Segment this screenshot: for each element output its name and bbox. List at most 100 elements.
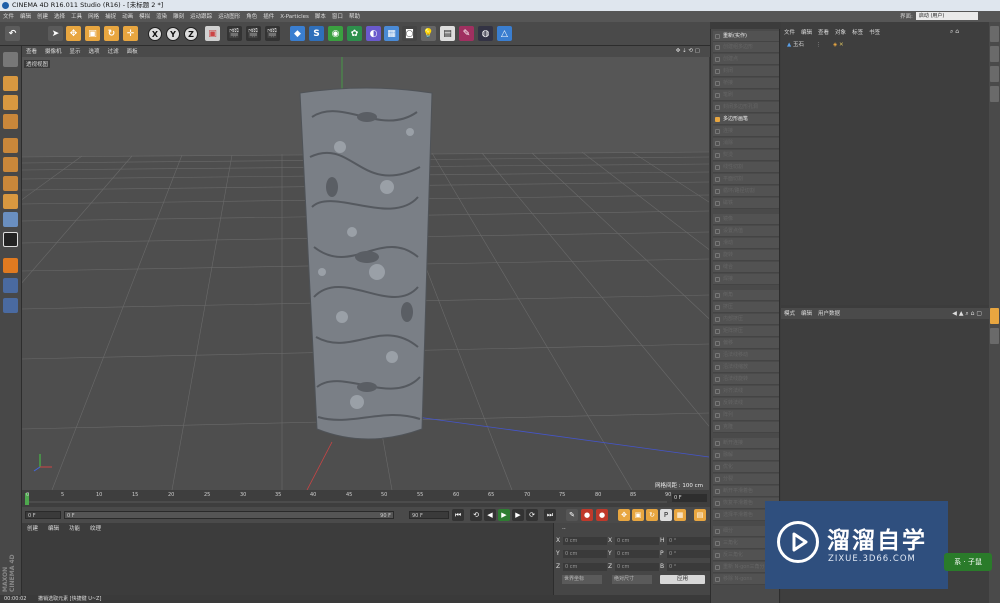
position-z-field[interactable]: 0 cm: [563, 563, 607, 571]
size-z-field[interactable]: 0 cm: [615, 563, 659, 571]
palette-item[interactable]: 融解: [713, 450, 779, 461]
objects-tab[interactable]: [990, 26, 999, 42]
palette-item[interactable]: 创建点: [713, 54, 779, 65]
key-rotation-icon[interactable]: ↻: [646, 509, 658, 521]
coordinate-system-icon[interactable]: ▣: [205, 26, 220, 41]
palette-item[interactable]: 优化: [713, 462, 779, 473]
make-editable-icon[interactable]: [3, 52, 18, 67]
rotation-p-field[interactable]: 0 °: [667, 550, 711, 558]
lock-workplane-icon[interactable]: [3, 298, 18, 313]
material-tag-icon[interactable]: ◈: [833, 42, 837, 48]
render-settings-icon[interactable]: 🎬: [265, 26, 280, 41]
palette-item[interactable]: 笔刷: [713, 90, 779, 101]
palette-item[interactable]: 熨烫: [713, 150, 779, 161]
hair-icon[interactable]: △: [497, 26, 512, 41]
palette-item[interactable]: 焊接: [713, 274, 779, 285]
object-manager-search-icon[interactable]: ⌕ ⌂: [950, 28, 959, 36]
deformer-icon[interactable]: ◐: [366, 26, 381, 41]
cube-icon[interactable]: ◆: [290, 26, 305, 41]
live-select-icon[interactable]: ✛: [123, 26, 138, 41]
apply-button[interactable]: 应用: [660, 575, 705, 584]
object-row[interactable]: ▲ 玉石 ⋮ ◈ ✕: [787, 40, 844, 50]
palette-item[interactable]: 设置点值: [713, 226, 779, 237]
size-y-field[interactable]: 0 cm: [615, 550, 659, 558]
visibility-dots-icon[interactable]: ⋮: [816, 42, 822, 48]
timeline-window-icon[interactable]: ▤: [694, 509, 706, 521]
z-axis-lock-icon[interactable]: Z: [184, 27, 198, 41]
content-browser-tab[interactable]: [990, 46, 999, 62]
palette-item[interactable]: 线性切割: [713, 162, 779, 173]
subdivision-surface-icon[interactable]: ◉: [328, 26, 343, 41]
texture-mode-icon[interactable]: [3, 95, 18, 110]
array-icon[interactable]: ✿: [347, 26, 362, 41]
palette-item[interactable]: 反转法线: [713, 398, 779, 409]
xpresso-icon[interactable]: ▤: [440, 26, 455, 41]
y-axis-lock-icon[interactable]: Y: [166, 27, 180, 41]
material-menu-create[interactable]: 创建: [22, 524, 43, 534]
rotation-b-field[interactable]: 0 °: [667, 563, 711, 571]
paint-icon[interactable]: ✎: [459, 26, 474, 41]
palette-item[interactable]: 滑动: [713, 238, 779, 249]
end-frame-field[interactable]: 90 F: [409, 511, 449, 519]
undo-icon[interactable]: ↶: [5, 26, 20, 41]
scale-icon[interactable]: ▣: [85, 26, 100, 41]
palette-item[interactable]: 沿法线旋转: [713, 374, 779, 385]
layer-icon[interactable]: [3, 278, 18, 293]
palette-item[interactable]: 平面切割: [713, 174, 779, 185]
carved-jade-column[interactable]: [299, 87, 433, 440]
axis-mode-icon[interactable]: [3, 194, 18, 209]
objects-menu-edit[interactable]: 编辑: [798, 28, 815, 38]
record-active-icon[interactable]: ●: [581, 509, 593, 521]
x-axis-lock-icon[interactable]: X: [148, 27, 162, 41]
sculpt-icon[interactable]: [3, 258, 18, 273]
palette-item[interactable]: 桥接: [713, 78, 779, 89]
perspective-viewport[interactable]: [22, 57, 709, 490]
palette-item[interactable]: 多边形画笔: [713, 114, 779, 125]
palette-item[interactable]: 挤压: [713, 302, 779, 313]
palette-item[interactable]: 内部挤压: [713, 314, 779, 325]
phong-tag-icon[interactable]: ✕: [839, 42, 844, 48]
objects-menu-tags[interactable]: 标签: [849, 28, 866, 38]
palette-item[interactable]: 磁铁: [713, 198, 779, 209]
rotate-icon[interactable]: ↻: [104, 26, 119, 41]
palette-item[interactable]: 偏移: [713, 338, 779, 349]
position-x-field[interactable]: 0 cm: [563, 537, 607, 545]
layer-tab[interactable]: [990, 328, 999, 344]
key-position-icon[interactable]: ✥: [618, 509, 630, 521]
layers-tab[interactable]: [990, 86, 999, 102]
viewport-nav-icons[interactable]: ✥ ⇣ ⟲ ▢: [672, 46, 704, 57]
palette-item[interactable]: 循环/路径切割: [713, 186, 779, 197]
model-mode-icon[interactable]: [3, 76, 18, 91]
palette-item[interactable]: 缝合: [713, 262, 779, 273]
floor-icon[interactable]: ▦: [384, 26, 399, 41]
previous-frame-icon[interactable]: ◀: [484, 509, 496, 521]
palette-item[interactable]: 旋转: [713, 250, 779, 261]
workplane-icon[interactable]: [3, 114, 18, 129]
timeline-ruler[interactable]: 0 5 10 15 20 25 30 35 40 45 50 55 60 65 …: [22, 490, 710, 507]
previous-key-icon[interactable]: ⟲: [470, 509, 482, 521]
palette-item[interactable]: 克隆: [713, 422, 779, 433]
palette-item[interactable]: 分裂: [713, 474, 779, 485]
size-mode-select[interactable]: 绝对尺寸: [612, 575, 652, 584]
material-menu-texture[interactable]: 纹理: [85, 524, 106, 534]
next-key-icon[interactable]: ⟳: [526, 509, 538, 521]
polygons-mode-icon[interactable]: [3, 176, 18, 191]
render-picture-viewer-icon[interactable]: 🎬: [246, 26, 261, 41]
pen-spline-icon[interactable]: S: [309, 26, 324, 41]
objects-menu-object[interactable]: 对象: [832, 28, 849, 38]
edges-mode-icon[interactable]: [3, 157, 18, 172]
go-to-start-icon[interactable]: ⏮: [452, 509, 464, 521]
attributes-tab[interactable]: [990, 308, 999, 324]
play-icon[interactable]: ▶: [498, 509, 510, 521]
coordinate-mode-select[interactable]: 世界坐标: [562, 575, 602, 584]
palette-item[interactable]: 阵列: [713, 410, 779, 421]
snap-icon[interactable]: [3, 232, 18, 247]
objects-menu-bookmarks[interactable]: 书签: [866, 28, 883, 38]
rotation-h-field[interactable]: 0 °: [667, 537, 711, 545]
tweak-mode-icon[interactable]: [3, 212, 18, 227]
range-slider[interactable]: 0 F 90 F: [64, 511, 394, 519]
select-arrow-icon[interactable]: ➤: [48, 26, 63, 41]
next-frame-icon[interactable]: ▶: [512, 509, 524, 521]
camera-icon[interactable]: ◙: [402, 26, 417, 41]
material-menu-function[interactable]: 功能: [64, 524, 85, 534]
